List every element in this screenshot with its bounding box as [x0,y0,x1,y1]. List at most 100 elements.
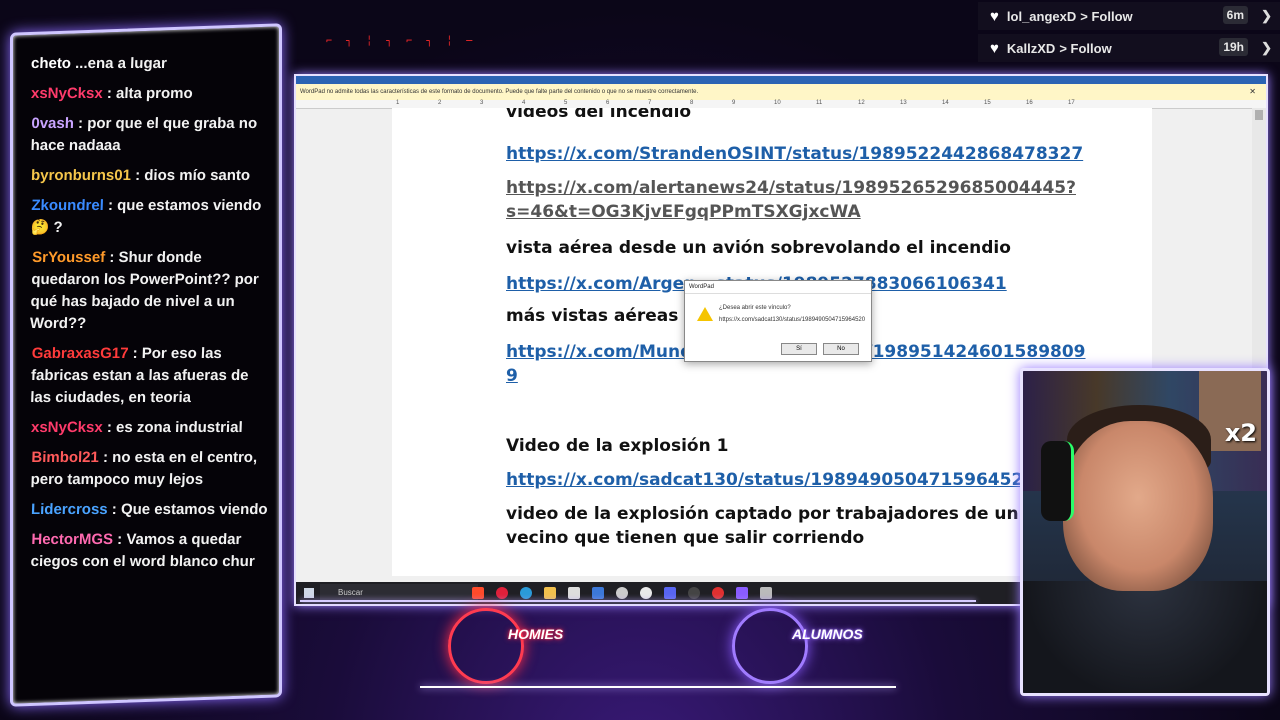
edge-icon[interactable] [520,587,532,599]
ruler-number: 2 [438,100,442,106]
document-heading: videos del incendio [506,108,692,122]
homies-label: HOMIES [508,626,564,642]
chat-message: cheto ...ena a lugar [31,53,270,75]
document-link[interactable]: https://x.com/sadcat130/status/198949050… [506,470,1035,490]
mail-icon[interactable] [592,587,604,599]
follow-time: 6m [1222,6,1248,24]
dialog-title: WordPad [685,281,871,294]
chat-message: xsNyCksx : es zona industrial [31,417,270,439]
chat-message: 0vash : por que el que graba no hace nad… [30,113,269,157]
chat-text: : Que estamos viendo [111,501,268,519]
ruler-number: 6 [606,100,610,106]
follow-notifications: ♥ lol_angexD > Follow 6m ❯ ♥ KallzXD > F… [978,2,1280,66]
follow-action: > Follow [1080,8,1133,24]
chat-username[interactable]: xsNyCksx [31,85,107,102]
ruler-number: 15 [984,100,991,106]
document-link[interactable]: 9 [506,366,518,386]
chat-panel: cheto ...ena a lugar xsNyCksx : alta prom… [10,23,282,707]
no-button[interactable]: No [823,343,859,355]
document-link[interactable]: https://x.com/StrandenOSINT/status/19895… [506,144,1083,164]
chat-message: byronburns01 : dios mío santo [31,165,270,187]
chat-username[interactable]: Zkoundrel [31,197,108,214]
chat-message: SrYoussef : Shur donde quedaron los Powe… [29,247,270,335]
pokeball-icon[interactable] [712,587,724,599]
document-link[interactable]: s=46&t=OG3KjvEFgqPPmTSXGjxcWA [506,202,861,222]
follower-name: lol_angexD [1006,8,1077,24]
chevron-right-icon: ❯ [1261,40,1272,55]
document-heading: vecino que tienen que salir corriendo [506,528,865,548]
chat-username[interactable]: GabraxasG17 [31,345,132,362]
chat-username[interactable]: 0vash [31,115,78,132]
document-link[interactable]: https://x.com/alertanews24/status/198952… [506,178,1076,198]
chrome-icon[interactable] [640,587,652,599]
compatibility-notice: WordPad no admite todas las característi… [296,84,1266,101]
chat-username[interactable]: xsNyCksx [31,419,107,436]
store-icon[interactable] [568,587,580,599]
chevron-right-icon: ❯ [1261,8,1272,23]
windows-start-icon[interactable] [304,588,314,598]
window-titlebar [296,76,1266,84]
streamer-body [1023,581,1267,693]
obs-icon[interactable] [688,587,700,599]
neon-divider [300,600,976,602]
app-icon[interactable] [736,587,748,599]
chat-message: HectorMGS : Vamos a quedar ciegos con el… [30,529,269,573]
opera-icon[interactable] [496,587,508,599]
homies-logo [448,608,524,684]
yes-button[interactable]: Sí [781,343,817,355]
alumnos-label: ALUMNOS [792,626,863,642]
chat-message: Zkoundrel : que estamos viendo 🤔 ? [30,195,269,239]
ruler-number: 14 [942,100,949,106]
close-icon[interactable]: ✕ [1249,84,1256,100]
dialog-question: ¿Desea abrir este vínculo? [719,305,791,311]
ruler-number: 7 [648,100,652,106]
chat-text: : dios mío santo [134,167,251,185]
document-heading: vista aérea desde un avión sobrevolando … [506,238,1011,258]
ruler-number: 1 [396,100,400,106]
chat-username[interactable]: Bimbol21 [31,449,103,466]
chat-username[interactable]: cheto [31,55,76,72]
ruler-number: 17 [1068,100,1075,106]
streamer-face [1063,421,1213,591]
ruler-number: 10 [774,100,781,106]
document-heading: video de la explosión captado por trabaj… [506,504,1090,524]
ruler-number: 9 [732,100,736,106]
ruler-number: 16 [1026,100,1033,106]
chat-message: Lidercross : Que estamos viendo [31,499,270,521]
brave-icon[interactable] [472,587,484,599]
ruler-number: 3 [480,100,484,106]
dialog-url: https://x.com/sadcat130/status/198949050… [719,317,866,323]
alumnos-logo [732,608,808,684]
chat-text: : alta promo [106,85,193,103]
ruler-number: 4 [522,100,526,106]
chat-username[interactable]: Lidercross [31,501,112,518]
x2-badge: x2 [1224,419,1257,447]
settings-icon[interactable] [616,587,628,599]
warning-icon [697,307,713,321]
chat-message: GabraxasG17 : Por eso las fabricas estan… [30,343,270,409]
notice-text: WordPad no admite todas las característi… [300,89,699,95]
chat-text: ...ena a lugar [74,55,168,73]
webcam-overlay: x2 [1020,368,1270,696]
open-link-dialog: WordPad ¿Desea abrir este vínculo? https… [684,280,872,362]
document-heading: Video de la explosión 1 [506,436,729,456]
heart-icon: ♥ [990,39,999,57]
top-decoration: ⌐ ┐ ╎ ┐ ⌐ ┐ ╎ ─ [326,36,477,47]
chat-username[interactable]: byronburns01 [31,167,136,184]
scroll-thumb[interactable] [1255,110,1263,120]
follow-item: ♥ lol_angexD > Follow 6m ❯ [978,2,1280,30]
chat-message: Bimbol21 : no esta en el centro, pero ta… [30,447,269,491]
folder-icon[interactable] [544,587,556,599]
ruler-number: 8 [690,100,694,106]
heart-icon: ♥ [990,7,999,25]
chat-username[interactable]: SrYoussef [32,249,110,266]
wordpad-taskbar-icon[interactable] [760,587,772,599]
ruler-number: 12 [858,100,865,106]
discord-icon[interactable] [664,587,676,599]
chat-messages: cheto ...ena a lugar xsNyCksx : alta prom… [29,45,270,581]
neon-underline [420,686,896,688]
ruler-number: 13 [900,100,907,106]
follow-action: > Follow [1059,40,1112,56]
chat-message: xsNyCksx : alta promo [31,83,270,105]
chat-username[interactable]: HectorMGS [31,531,117,548]
